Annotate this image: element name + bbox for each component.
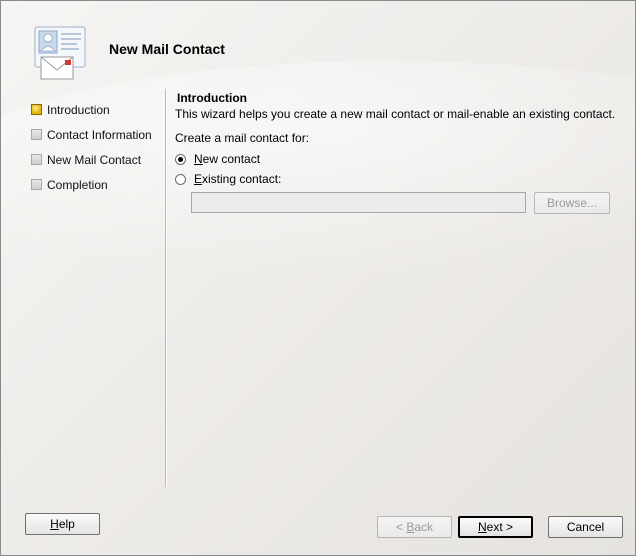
new-contact-option[interactable]: New contact [175, 149, 625, 169]
step-label: Contact Information [47, 127, 152, 142]
wizard-steps: Introduction Contact Information New Mai… [31, 97, 161, 197]
step-pending-icon [31, 129, 42, 140]
mail-contact-icon [27, 25, 93, 83]
step-label: Introduction [47, 102, 110, 117]
cancel-button[interactable]: Cancel [548, 516, 623, 538]
existing-contact-row: Browse... [191, 192, 611, 214]
section-description: This wizard helps you create a new mail … [175, 107, 616, 121]
existing-contact-radio[interactable] [175, 173, 186, 185]
steps-divider [165, 89, 167, 487]
back-button[interactable]: < Back [377, 516, 452, 538]
step-new-mail-contact: New Mail Contact [31, 147, 161, 172]
next-button[interactable]: Next > [458, 516, 533, 538]
new-contact-radio[interactable] [175, 153, 186, 165]
step-completion: Completion [31, 172, 161, 197]
step-pending-icon [31, 179, 42, 190]
existing-contact-input[interactable] [191, 192, 526, 213]
step-contact-information: Contact Information [31, 122, 161, 147]
wizard-window: New Mail Contact Introduction Contact In… [0, 0, 636, 556]
page-title: New Mail Contact [109, 41, 225, 57]
create-for-label: Create a mail contact for: [175, 131, 310, 145]
existing-contact-option[interactable]: Existing contact: [175, 169, 625, 189]
step-introduction: Introduction [31, 97, 161, 122]
step-label: Completion [47, 177, 108, 192]
introduction-panel: Introduction This wizard helps you creat… [175, 91, 625, 214]
section-title: Introduction [177, 91, 247, 105]
existing-contact-label[interactable]: Existing contact: [194, 172, 281, 186]
new-contact-label[interactable]: New contact [194, 152, 260, 166]
step-pending-icon [31, 154, 42, 165]
browse-button[interactable]: Browse... [534, 192, 610, 214]
step-label: New Mail Contact [47, 152, 142, 167]
step-active-icon [31, 104, 42, 115]
wizard-header: New Mail Contact [1, 1, 635, 87]
help-button[interactable]: Help [25, 513, 100, 535]
